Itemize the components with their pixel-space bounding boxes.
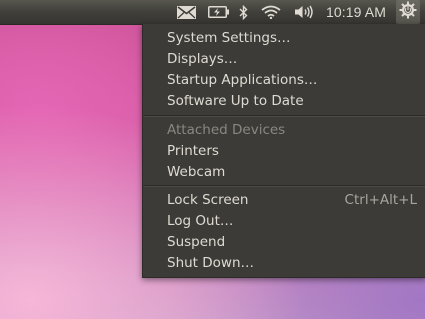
menu-separator [144, 115, 425, 117]
battery-icon [208, 6, 230, 18]
menu-item-label: Suspend [167, 234, 226, 250]
gear-power-icon [399, 1, 417, 23]
battery-indicator[interactable] [206, 0, 232, 24]
session-menu: System Settings… Displays… Startup Appli… [142, 24, 425, 278]
sound-indicator[interactable] [292, 0, 316, 24]
menu-item-label: Displays… [167, 51, 238, 67]
menu-item-label: Shut Down… [167, 255, 255, 271]
menu-item-label: Lock Screen [167, 192, 249, 208]
menu-item-lock-screen[interactable]: Lock Screen Ctrl+Alt+L [143, 190, 425, 211]
menu-item-webcam[interactable]: Webcam [143, 162, 425, 183]
menu-item-printers[interactable]: Printers [143, 141, 425, 162]
volume-icon [294, 5, 314, 19]
menu-item-system-settings[interactable]: System Settings… [143, 28, 425, 49]
menu-item-startup-applications[interactable]: Startup Applications… [143, 70, 425, 91]
bluetooth-icon [239, 4, 248, 20]
menu-item-suspend[interactable]: Suspend [143, 232, 425, 253]
menu-item-label: Software Up to Date [167, 93, 304, 109]
mail-icon [176, 5, 196, 19]
clock[interactable]: 10:19 AM [326, 0, 386, 24]
menu-item-label: System Settings… [167, 30, 291, 46]
wifi-icon [261, 5, 281, 19]
menu-header-attached-devices: Attached Devices [143, 120, 425, 141]
menu-item-software-up-to-date[interactable]: Software Up to Date [143, 91, 425, 112]
menu-item-shut-down[interactable]: Shut Down… [143, 253, 425, 274]
mail-indicator[interactable] [174, 0, 198, 24]
menu-item-label: Webcam [167, 164, 226, 180]
network-indicator[interactable] [259, 0, 283, 24]
menu-header-label: Attached Devices [167, 122, 286, 138]
menu-item-label: Log Out… [167, 213, 234, 229]
session-menu-button[interactable] [396, 0, 420, 24]
menu-item-shortcut: Ctrl+Alt+L [344, 192, 417, 208]
menu-item-displays[interactable]: Displays… [143, 49, 425, 70]
menu-item-label: Startup Applications… [167, 72, 318, 88]
bluetooth-indicator[interactable] [236, 0, 250, 24]
menu-separator [144, 185, 425, 187]
top-panel: 10:19 AM [0, 0, 425, 25]
menu-item-label: Printers [167, 143, 219, 159]
menu-item-log-out[interactable]: Log Out… [143, 211, 425, 232]
